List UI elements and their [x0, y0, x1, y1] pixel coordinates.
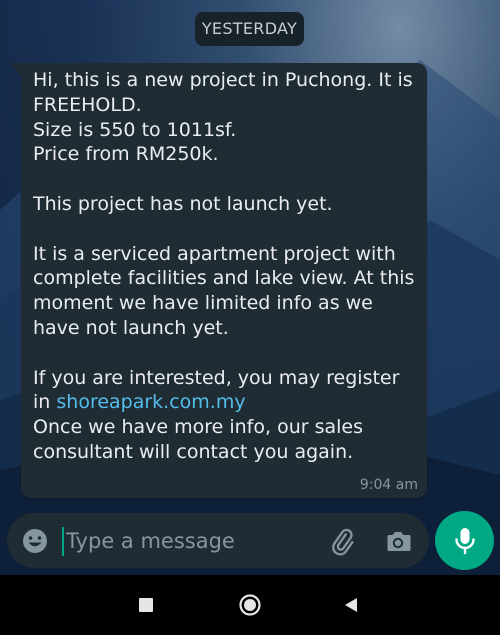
- back-icon[interactable]: [343, 597, 359, 613]
- text-cursor: [62, 527, 64, 556]
- emoji-icon[interactable]: [21, 527, 49, 555]
- message-body-end: Once we have more info, our sales consul…: [33, 416, 363, 463]
- message-body: Hi, this is a new project in Puchong. It…: [33, 69, 415, 414]
- camera-icon[interactable]: [383, 526, 413, 556]
- home-icon[interactable]: [239, 594, 261, 616]
- message-input[interactable]: [66, 526, 306, 556]
- message-text: Hi, this is a new project in Puchong. It…: [33, 68, 418, 465]
- microphone-icon: [455, 528, 475, 555]
- message-timestamp: 9:04 am: [359, 477, 418, 493]
- voice-record-button[interactable]: [435, 511, 494, 570]
- message-link[interactable]: shoreapark.com.my: [56, 391, 245, 413]
- recent-apps-icon[interactable]: [139, 598, 153, 612]
- paperclip-icon[interactable]: [327, 526, 357, 556]
- date-separator: YESTERDAY: [195, 12, 304, 46]
